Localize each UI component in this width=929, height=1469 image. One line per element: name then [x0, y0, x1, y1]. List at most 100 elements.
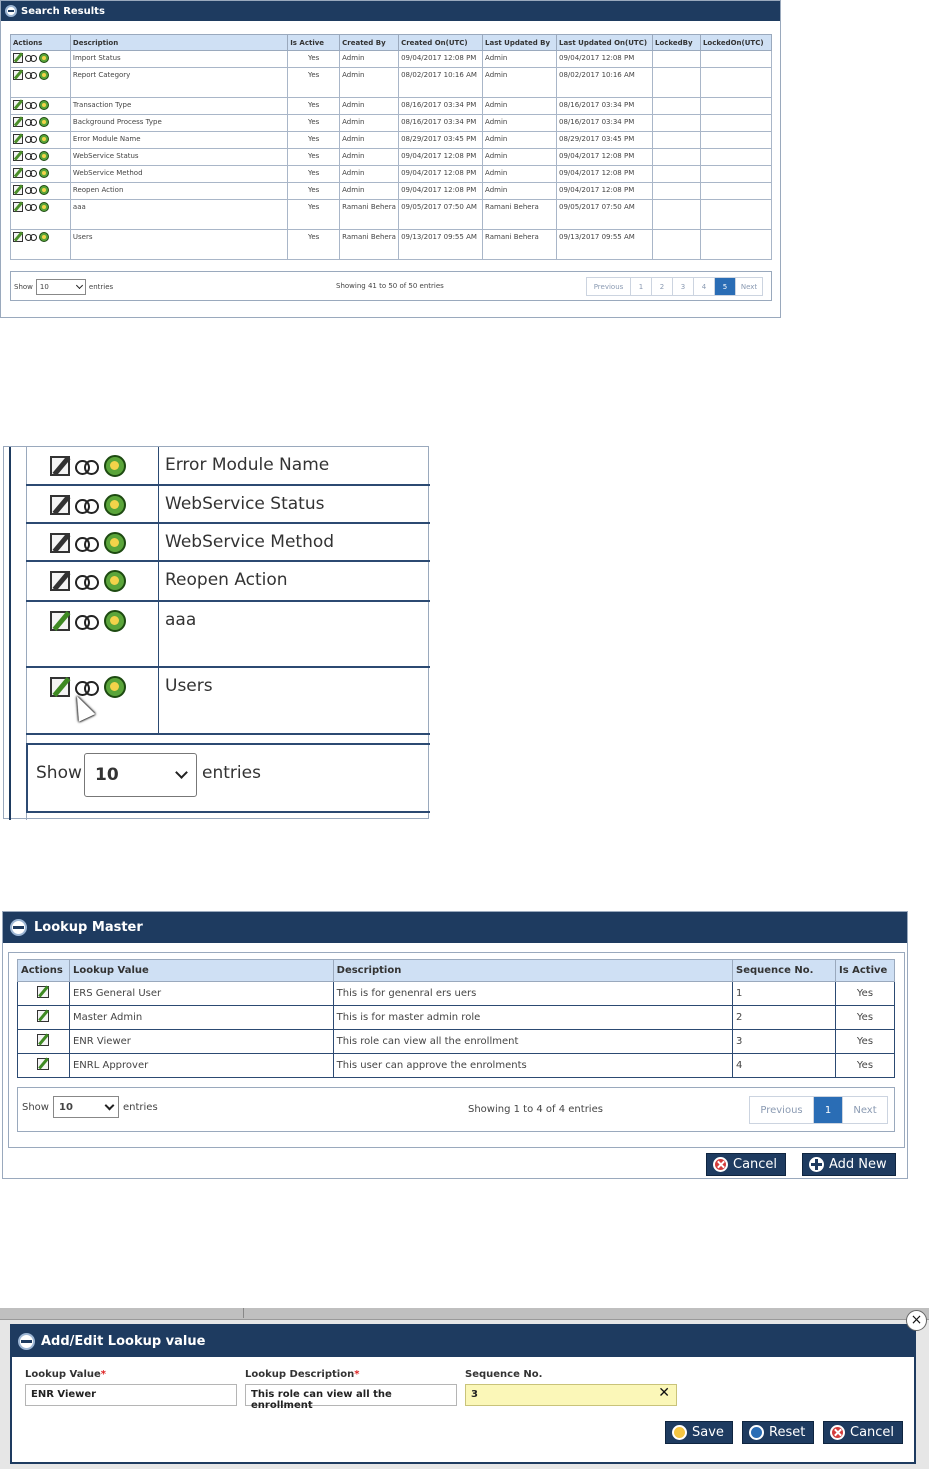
- column-header[interactable]: Actions: [17, 959, 70, 982]
- edit-icon[interactable]: [50, 456, 70, 476]
- globe-icon[interactable]: [39, 151, 49, 161]
- pager-previous[interactable]: Previous: [749, 1096, 814, 1124]
- globe-icon[interactable]: [104, 455, 126, 477]
- column-header[interactable]: Is Active: [287, 34, 341, 51]
- save-button[interactable]: Save: [665, 1421, 733, 1444]
- view-icon[interactable]: [25, 118, 37, 126]
- edit-icon[interactable]: [13, 117, 23, 127]
- cancel-button[interactable]: Cancel: [706, 1153, 787, 1176]
- edit-icon[interactable]: [50, 611, 70, 631]
- background-page-strip: [0, 1308, 929, 1320]
- page-size-select[interactable]: 10: [52, 1096, 119, 1118]
- view-icon[interactable]: [75, 612, 99, 630]
- column-header[interactable]: LockedBy: [651, 34, 701, 51]
- pager-page-1[interactable]: 1: [630, 277, 652, 296]
- view-icon[interactable]: [75, 572, 99, 590]
- pager-page-3[interactable]: 3: [672, 277, 694, 296]
- globe-icon[interactable]: [104, 532, 126, 554]
- edit-icon[interactable]: [13, 168, 23, 178]
- edit-icon[interactable]: [50, 571, 70, 591]
- pager-next[interactable]: Next: [842, 1096, 888, 1124]
- page-size-value: 10: [39, 283, 49, 291]
- pager-page-4[interactable]: 4: [693, 277, 715, 296]
- add-edit-lookup-dialog: Add/Edit Lookup value Lookup Value* ENR …: [10, 1324, 916, 1464]
- view-icon[interactable]: [25, 169, 37, 177]
- edit-icon[interactable]: [13, 151, 23, 161]
- view-icon[interactable]: [25, 152, 37, 160]
- column-header[interactable]: Created By: [339, 34, 400, 51]
- view-icon[interactable]: [25, 71, 37, 79]
- lookup-value-field[interactable]: ENR Viewer: [25, 1384, 237, 1406]
- page-size-select[interactable]: 10: [84, 753, 197, 797]
- edit-icon[interactable]: [37, 986, 50, 998]
- view-icon[interactable]: [25, 135, 37, 143]
- column-header[interactable]: Last Updated On(UTC): [556, 34, 653, 51]
- edit-icon[interactable]: [37, 1034, 50, 1046]
- edit-icon[interactable]: [50, 677, 70, 697]
- edit-icon[interactable]: [13, 232, 23, 242]
- column-header[interactable]: Is Active: [834, 959, 896, 982]
- cell-created-by: Ramani Behera: [339, 229, 400, 260]
- column-header[interactable]: Description: [69, 34, 289, 51]
- view-icon[interactable]: [25, 233, 37, 241]
- column-header[interactable]: Actions: [10, 34, 71, 51]
- view-icon[interactable]: [25, 186, 37, 194]
- edit-icon[interactable]: [37, 1058, 50, 1070]
- edit-icon[interactable]: [13, 134, 23, 144]
- column-header[interactable]: LockedOn(UTC): [699, 34, 773, 51]
- view-icon[interactable]: [75, 534, 99, 552]
- globe-icon[interactable]: [39, 202, 49, 212]
- edit-icon[interactable]: [13, 53, 23, 63]
- view-icon[interactable]: [25, 54, 37, 62]
- edit-icon[interactable]: [37, 1010, 50, 1022]
- column-header[interactable]: Description: [332, 959, 734, 982]
- globe-icon[interactable]: [39, 168, 49, 178]
- pager-previous[interactable]: Previous: [586, 277, 631, 296]
- clear-icon[interactable]: ✕: [658, 1385, 670, 1401]
- globe-icon[interactable]: [104, 610, 126, 632]
- globe-icon[interactable]: [39, 70, 49, 80]
- add-new-button[interactable]: Add New: [802, 1153, 896, 1176]
- globe-icon[interactable]: [104, 676, 126, 698]
- cell-updated-by: Admin: [482, 67, 557, 98]
- cell-created-on: 09/13/2017 09:55 AM: [398, 229, 484, 260]
- pager-page-5[interactable]: 5: [714, 277, 736, 296]
- globe-icon[interactable]: [39, 232, 49, 242]
- edit-icon[interactable]: [50, 533, 70, 553]
- table-row: ERS General User This is for genenral ers…: [17, 981, 896, 1006]
- cell-created-by: Admin: [339, 50, 400, 68]
- column-header[interactable]: Last Updated By: [482, 34, 557, 51]
- view-icon[interactable]: [75, 457, 99, 475]
- view-icon[interactable]: [75, 678, 99, 696]
- globe-icon[interactable]: [39, 185, 49, 195]
- edit-icon[interactable]: [13, 100, 23, 110]
- cancel-button[interactable]: Cancel: [823, 1421, 904, 1444]
- pager-next[interactable]: Next: [735, 277, 763, 296]
- view-icon[interactable]: [25, 203, 37, 211]
- pager-page-2[interactable]: 2: [651, 277, 673, 296]
- globe-icon[interactable]: [39, 53, 49, 63]
- edit-icon[interactable]: [13, 202, 23, 212]
- globe-icon[interactable]: [39, 117, 49, 127]
- edit-icon[interactable]: [13, 185, 23, 195]
- sequence-no-field[interactable]: 3 ✕: [465, 1384, 677, 1406]
- globe-icon[interactable]: [104, 570, 126, 592]
- view-icon[interactable]: [75, 496, 99, 514]
- page-size-select[interactable]: 10: [35, 279, 86, 295]
- pager-page-1[interactable]: 1: [813, 1096, 843, 1124]
- globe-icon[interactable]: [104, 494, 126, 516]
- edit-icon[interactable]: [13, 70, 23, 80]
- close-icon[interactable]: ×: [906, 1310, 927, 1331]
- column-header[interactable]: Lookup Value: [68, 959, 334, 982]
- column-header[interactable]: Sequence No.: [732, 959, 836, 982]
- actions-cell: [17, 1029, 70, 1054]
- column-header[interactable]: Created On(UTC): [398, 34, 484, 51]
- globe-icon[interactable]: [39, 134, 49, 144]
- edit-icon[interactable]: [50, 495, 70, 515]
- lookup-description-field[interactable]: This role can view all the enrollment: [245, 1384, 457, 1411]
- reset-button[interactable]: Reset: [742, 1421, 815, 1444]
- pagination: Previous 1 Next: [749, 1096, 888, 1124]
- globe-icon[interactable]: [39, 100, 49, 110]
- cell-desc: This is for genenral ers uers: [332, 981, 734, 1006]
- view-icon[interactable]: [25, 101, 37, 109]
